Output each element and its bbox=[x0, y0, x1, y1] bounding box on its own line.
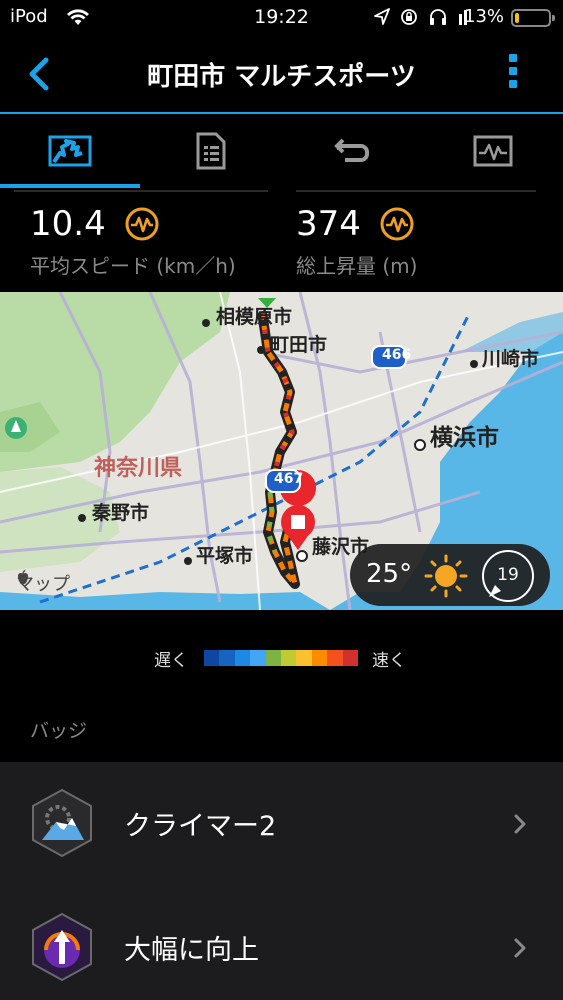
big-improvement-badge-icon bbox=[32, 912, 92, 982]
status-bar: iPod 19:22 13% bbox=[0, 0, 563, 36]
speed-legend: 遅く 速く bbox=[0, 644, 563, 671]
map-label-kanagawa: 神奈川県 bbox=[94, 456, 183, 481]
battery-percent: 13% bbox=[464, 6, 505, 27]
tab-details[interactable] bbox=[141, 114, 282, 188]
legend-color-swatch bbox=[204, 650, 220, 666]
weather-temperature: 25° bbox=[366, 559, 413, 589]
document-tab-icon bbox=[196, 132, 226, 170]
climber-badge-icon bbox=[32, 788, 92, 858]
legend-color-swatch bbox=[342, 650, 359, 666]
legend-color-swatch bbox=[311, 650, 328, 666]
chevron-right-icon bbox=[514, 814, 526, 834]
total-ascent-label: 総上昇量 (m) bbox=[296, 254, 418, 278]
legend-color-swatch bbox=[327, 650, 343, 666]
stat-divider bbox=[14, 190, 268, 192]
badge-row-climber[interactable]: クライマー2 bbox=[0, 762, 563, 884]
route-map[interactable]: 相模原市 町田市 466 川崎市 横浜市 神奈川県 467 秦野市 平塚市 藤沢… bbox=[0, 292, 563, 610]
tab-map[interactable] bbox=[0, 114, 141, 188]
page-title: 町田市 マルチスポーツ bbox=[147, 62, 416, 92]
route-466-shield: 466 bbox=[382, 347, 412, 363]
map-label-yokohama: 横浜市 bbox=[430, 425, 499, 451]
headphones-icon bbox=[430, 9, 446, 25]
badges-section-title: バッジ bbox=[30, 720, 88, 742]
legend-slow-label: 遅く bbox=[154, 651, 188, 671]
more-options-button[interactable] bbox=[502, 54, 524, 94]
waveform-icon bbox=[125, 207, 159, 241]
weather-overlay: 25° 19 bbox=[350, 544, 550, 606]
route-467-shield: 467 bbox=[274, 471, 304, 487]
map-label-hadano: 秦野市 bbox=[92, 502, 150, 524]
tab-laps[interactable] bbox=[282, 114, 423, 188]
map-label-machida: 町田市 bbox=[270, 334, 328, 356]
sun-icon bbox=[424, 554, 468, 598]
speed-color-scale bbox=[204, 650, 359, 666]
apple-logo-icon bbox=[18, 570, 28, 585]
map-label-hiratsuka: 平塚市 bbox=[196, 545, 254, 567]
chevron-right-icon bbox=[514, 938, 526, 958]
legend-color-swatch bbox=[265, 650, 282, 666]
legend-color-swatch bbox=[250, 650, 266, 666]
laps-tab-icon bbox=[334, 138, 369, 162]
wind-direction-icon bbox=[489, 585, 501, 597]
map-label-sagamihara: 相模原市 bbox=[216, 306, 293, 328]
stats-panel: 10.4 平均スピード (km／h) 374 総上昇量 (m) bbox=[0, 188, 563, 292]
tab-graph[interactable] bbox=[422, 114, 563, 188]
orientation-lock-icon bbox=[401, 9, 417, 25]
waveform-icon bbox=[380, 207, 414, 241]
location-arrow-icon bbox=[374, 8, 390, 25]
badge-name: クライマー2 bbox=[124, 811, 277, 842]
badge-list: クライマー2 大幅に向上 bbox=[0, 762, 563, 1000]
badge-row-big-improvement[interactable]: 大幅に向上 bbox=[0, 886, 563, 1000]
wind-speed: 19 bbox=[497, 565, 519, 585]
badge-name: 大幅に向上 bbox=[124, 935, 259, 966]
stat-divider bbox=[296, 190, 536, 192]
tab-bar bbox=[0, 114, 563, 188]
avg-speed-value: 10.4 bbox=[30, 204, 106, 244]
legend-color-swatch bbox=[234, 650, 251, 666]
legend-color-swatch bbox=[296, 650, 312, 666]
map-tab-icon bbox=[48, 135, 92, 167]
graph-tab-icon bbox=[473, 135, 513, 167]
legend-color-swatch bbox=[219, 650, 235, 666]
legend-fast-label: 速く bbox=[372, 651, 406, 671]
map-label-kawasaki: 川崎市 bbox=[482, 348, 540, 370]
battery-icon bbox=[511, 9, 555, 27]
total-ascent-value: 374 bbox=[296, 204, 361, 244]
maps-attribution[interactable]: マップ bbox=[16, 570, 70, 596]
avg-speed-label: 平均スピード (km／h) bbox=[30, 254, 236, 278]
legend-color-swatch bbox=[281, 650, 297, 666]
avg-speed-stat: 10.4 平均スピード (km／h) bbox=[30, 204, 236, 279]
navigation-bar: 町田市 マルチスポーツ bbox=[0, 36, 563, 112]
wind-indicator: 19 bbox=[482, 550, 534, 602]
total-ascent-stat: 374 総上昇量 (m) bbox=[296, 204, 417, 279]
